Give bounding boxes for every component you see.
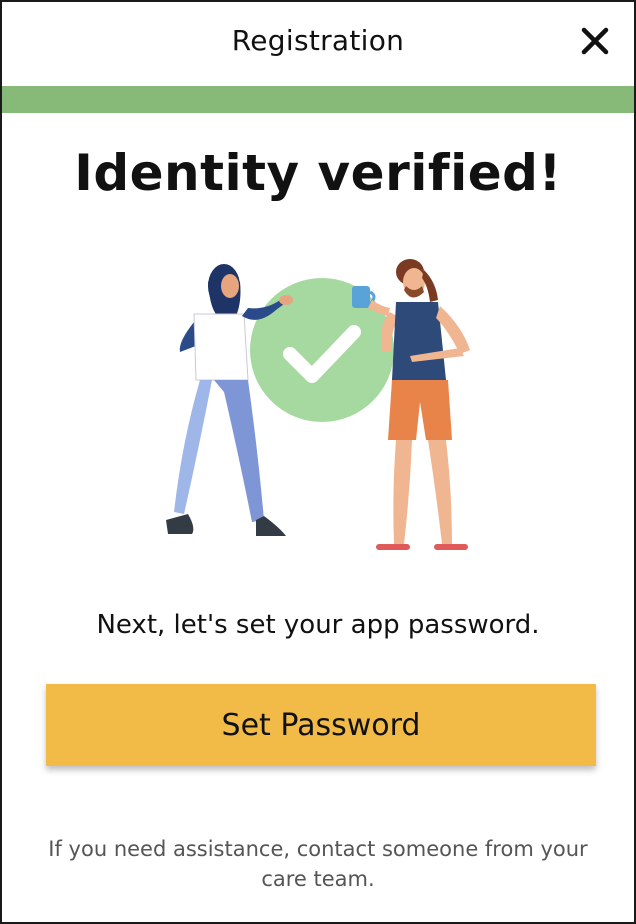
- header: Registration: [2, 2, 634, 86]
- next-step-text: Next, let's set your app password.: [96, 610, 540, 640]
- verified-checkmark-illustration: [166, 259, 470, 550]
- progress-bar: [2, 86, 634, 113]
- success-heading: Identity verified!: [74, 144, 562, 202]
- close-icon: [581, 27, 609, 55]
- help-text: If you need assistance, contact someone …: [48, 837, 588, 891]
- close-button[interactable]: [578, 24, 612, 58]
- set-password-button[interactable]: Set Password: [46, 684, 596, 766]
- man-figure: [352, 259, 470, 550]
- page-title: Registration: [231, 24, 405, 57]
- progress-bar-fill: [2, 86, 634, 113]
- registration-screen: Registration Identity verified! Next, le…: [0, 0, 636, 924]
